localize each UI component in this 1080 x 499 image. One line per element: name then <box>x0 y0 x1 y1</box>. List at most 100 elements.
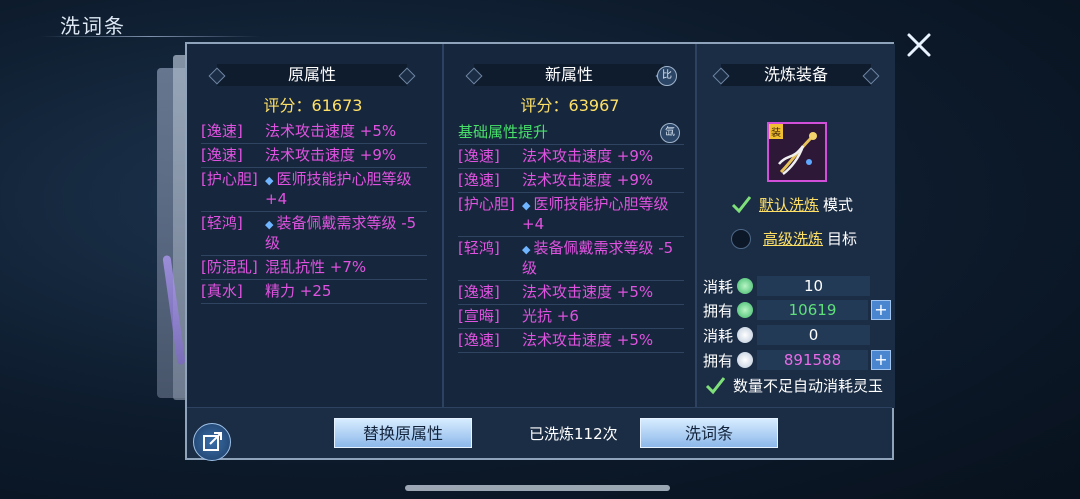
jade-coin-icon <box>737 302 753 318</box>
resource-row: 拥有 891588 + <box>703 350 891 370</box>
new-attributes-column: 新属性 比 评分：63967 基础属性提升 氙 [逸速] 法术攻击速度 +9% [逸… <box>442 44 696 408</box>
diamond-icon: ◆ <box>265 174 274 187</box>
equipment-slot[interactable]: 装 <box>767 122 827 182</box>
attribute-tag: [宣晦] <box>458 307 500 325</box>
default-mode-link[interactable]: 默认洗炼 <box>759 194 819 215</box>
resource-label: 拥有 <box>703 301 734 320</box>
new-header: 新属性 <box>474 64 664 86</box>
resource-row: 消耗 0 <box>703 325 891 345</box>
diamond-icon: ◆ <box>265 218 274 231</box>
attribute-text: ◆ 装备佩戴需求等级 -5级 <box>522 239 684 278</box>
spirit-jade-icon <box>737 327 753 343</box>
default-mode-suffix: 模式 <box>823 196 854 214</box>
attribute-tag: [轻鸿] <box>458 239 500 257</box>
attribute-tag: [真水] <box>201 282 243 300</box>
attribute-value: 装备佩戴需求等级 -5级 <box>522 239 674 277</box>
attribute-tag: [逸速] <box>458 171 500 189</box>
resource-row: 拥有 10619 + <box>703 300 891 320</box>
attribute-text: 混乱抗性 +7% <box>265 258 427 277</box>
original-header: 原属性 <box>217 64 407 86</box>
advanced-mode-link[interactable]: 高级洗炼 <box>763 228 823 249</box>
attribute-text: 法术攻击速度 +5% <box>265 122 427 141</box>
attribute-value: 装备佩戴需求等级 -5级 <box>265 214 417 252</box>
attribute-row: [逸速] 法术攻击速度 +9% <box>458 169 684 193</box>
attribute-row: [逸速] 法术攻击速度 +5% <box>201 120 427 144</box>
section-label: 基础属性提升 <box>458 123 549 141</box>
attribute-tag: [防混乱] <box>201 258 258 276</box>
wash-header: 洗炼装备 <box>721 64 871 86</box>
resource-label: 消耗 <box>703 326 734 345</box>
jade-coin-icon <box>737 278 753 294</box>
share-button[interactable] <box>193 423 231 461</box>
attribute-tag: [逸速] <box>201 122 243 140</box>
original-score: 评分：61673 <box>263 96 363 115</box>
attribute-tag: [护心胆] <box>201 170 258 188</box>
wash-button[interactable]: 洗词条 <box>640 418 778 448</box>
compare-icon[interactable]: 比 <box>657 66 677 86</box>
close-icon[interactable] <box>906 32 932 58</box>
attribute-text: ◆ 医师技能护心胆等级+4 <box>522 195 684 234</box>
plus-icon[interactable]: + <box>871 350 891 370</box>
attribute-tag: [逸速] <box>458 283 500 301</box>
checkbox-checked-icon[interactable] <box>731 195 751 215</box>
attribute-value: 光抗 +6 <box>522 307 579 325</box>
auto-consume-option[interactable]: 数量不足自动消耗灵玉 <box>705 375 883 396</box>
attribute-text: 法术攻击速度 +9% <box>265 146 427 165</box>
attribute-row: [真水] 精力 +25 <box>201 280 427 304</box>
attribute-row: [护心胆] ◆ 医师技能护心胆等级+4 <box>458 193 684 237</box>
resource-row: 消耗 10 <box>703 276 891 296</box>
attribute-tag: [逸速] <box>458 147 500 165</box>
new-attribute-list: 基础属性提升 氙 [逸速] 法术攻击速度 +9% [逸速] 法术攻击速度 +9% [护心… <box>458 120 684 353</box>
attribute-value: 法术攻击速度 +5% <box>522 331 654 349</box>
action-bar: 替换原属性 已洗炼112次 洗词条 <box>187 407 892 458</box>
attribute-tag: [逸速] <box>201 146 243 164</box>
attribute-value: 法术攻击速度 +9% <box>522 171 654 189</box>
attribute-text: 法术攻击速度 +9% <box>522 171 684 190</box>
window-title: 洗词条 <box>60 14 126 38</box>
attribute-row: [防混乱] 混乱抗性 +7% <box>201 256 427 280</box>
item-tag: 装 <box>769 124 783 139</box>
info-icon[interactable]: 氙 <box>660 123 680 143</box>
wash-panel: 原属性 评分：61673 [逸速] 法术攻击速度 +5% [逸速] 法术攻击速度 +9… <box>185 42 895 460</box>
title-divider <box>40 36 260 37</box>
resource-value: 891588 <box>757 350 868 370</box>
radio-empty-icon[interactable] <box>731 228 751 249</box>
plus-icon[interactable]: + <box>871 300 891 320</box>
resource-label: 拥有 <box>703 351 734 370</box>
replace-attributes-button[interactable]: 替换原属性 <box>334 418 472 448</box>
attribute-row: [护心胆] ◆ 医师技能护心胆等级+4 <box>201 168 427 212</box>
attribute-row: [轻鸿] ◆ 装备佩戴需求等级 -5级 <box>201 212 427 256</box>
resource-value: 0 <box>757 325 870 345</box>
checkbox-checked-icon[interactable] <box>705 376 725 396</box>
attribute-value: 医师技能护心胆等级+4 <box>522 195 669 233</box>
attribute-row: [轻鸿] ◆ 装备佩戴需求等级 -5级 <box>458 237 684 281</box>
auto-consume-label: 数量不足自动消耗灵玉 <box>733 377 884 395</box>
attribute-text: 法术攻击速度 +5% <box>522 331 684 350</box>
advanced-mode-suffix: 目标 <box>827 230 858 248</box>
diamond-icon: ◆ <box>522 243 531 256</box>
attribute-value: 法术攻击速度 +9% <box>522 147 654 165</box>
diamond-icon: ◆ <box>522 199 531 212</box>
spirit-jade-icon <box>737 352 753 368</box>
bottom-glow <box>405 485 670 491</box>
attribute-row: [逸速] 法术攻击速度 +5% <box>458 329 684 353</box>
attribute-text: 精力 +25 <box>265 282 427 301</box>
resource-value: 10619 <box>757 300 868 320</box>
advanced-mode-option[interactable]: 高级洗炼 目标 <box>731 228 857 249</box>
attribute-text: 法术攻击速度 +5% <box>522 283 684 302</box>
attribute-value: 医师技能护心胆等级+4 <box>265 170 412 208</box>
attribute-tag: [护心胆] <box>458 195 515 213</box>
attribute-value: 法术攻击速度 +5% <box>265 122 397 140</box>
attribute-tag: [逸速] <box>458 331 500 349</box>
attribute-tag: [轻鸿] <box>201 214 243 232</box>
section-base-upgrade: 基础属性提升 氙 <box>458 120 684 145</box>
attribute-value: 法术攻击速度 +5% <box>522 283 654 301</box>
resource-label: 消耗 <box>703 277 734 296</box>
attribute-text: 法术攻击速度 +9% <box>522 147 684 166</box>
default-mode-option[interactable]: 默认洗炼 模式 <box>731 194 853 215</box>
attribute-text: ◆ 医师技能护心胆等级+4 <box>265 170 427 209</box>
original-attribute-list: [逸速] 法术攻击速度 +5% [逸速] 法术攻击速度 +9% [护心胆] ◆ 医师技能护心… <box>201 120 427 304</box>
new-score: 评分：63967 <box>520 96 620 115</box>
attribute-text: ◆ 装备佩戴需求等级 -5级 <box>265 214 427 253</box>
attribute-value: 精力 +25 <box>265 282 332 300</box>
